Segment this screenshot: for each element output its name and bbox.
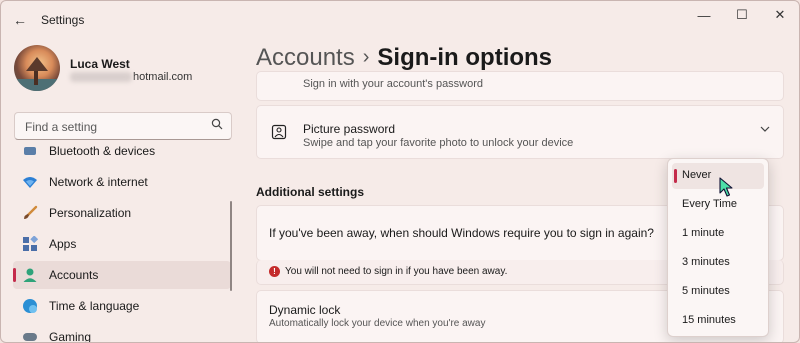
gamepad-icon xyxy=(22,329,38,342)
warning-icon: ! xyxy=(269,266,280,277)
breadcrumb: Accounts › Sign-in options xyxy=(256,44,552,72)
sidebar-item-time-language[interactable]: Time & language xyxy=(13,292,231,320)
app-title: Settings xyxy=(41,13,85,27)
dropdown-option-label: 15 minutes xyxy=(682,314,736,326)
minimize-button[interactable]: — xyxy=(685,1,723,29)
sidebar-item-label: Apps xyxy=(49,237,77,251)
globe-icon xyxy=(22,298,38,314)
sidebar-item-label: Network & internet xyxy=(49,175,148,189)
sidebar-item-label: Time & language xyxy=(49,299,140,313)
apps-icon xyxy=(22,235,39,252)
chevron-down-icon[interactable] xyxy=(759,123,771,138)
password-card[interactable]: Sign in with your account's password xyxy=(256,71,784,101)
selected-indicator xyxy=(674,169,677,183)
dropdown-option-15-minutes[interactable]: 15 minutes xyxy=(672,308,764,334)
sidebar-item-apps[interactable]: Apps xyxy=(13,230,231,258)
dropdown-option-label: Every Time xyxy=(682,198,738,210)
sidebar-item-label: Accounts xyxy=(49,268,99,282)
back-arrow-icon[interactable]: ← xyxy=(11,11,29,29)
dropdown-option-1-minute[interactable]: 1 minute xyxy=(672,221,764,247)
bluetooth-icon xyxy=(22,143,38,159)
dynamic-lock-desc: Automatically lock your device when you'… xyxy=(269,318,486,329)
wifi-icon xyxy=(22,174,38,190)
close-button[interactable]: ✕ xyxy=(761,1,799,29)
search-box[interactable] xyxy=(14,112,232,140)
picture-password-desc: Swipe and tap your favorite photo to unl… xyxy=(303,137,574,149)
brush-icon xyxy=(22,205,38,221)
additional-settings-heading: Additional settings xyxy=(256,185,364,199)
sidebar-scrollbar[interactable] xyxy=(230,201,232,291)
picture-icon xyxy=(271,124,287,140)
sidebar-item-accounts[interactable]: Accounts xyxy=(13,261,231,289)
sidebar-item-label: Gaming xyxy=(49,330,92,343)
picture-password-card[interactable]: Picture password Swipe and tap your favo… xyxy=(256,105,784,159)
picture-password-title: Picture password xyxy=(303,122,396,136)
user-profile[interactable]: Luca West hotmail.com xyxy=(14,45,234,93)
email-redaction xyxy=(70,72,132,83)
breadcrumb-parent[interactable]: Accounts xyxy=(256,44,355,71)
warning-text: You will not need to sign in if you have… xyxy=(285,266,508,277)
avatar xyxy=(14,45,60,91)
sidebar-item-personalization[interactable]: Personalization xyxy=(13,199,231,227)
user-email-domain: hotmail.com xyxy=(133,71,193,83)
breadcrumb-separator: › xyxy=(362,46,370,68)
title-bar: ← Settings — ☐ ✕ xyxy=(1,1,799,39)
signin-timeout-dropdown[interactable]: Never Every Time 1 minute 3 minutes 5 mi… xyxy=(667,158,769,337)
password-card-desc: Sign in with your account's password xyxy=(303,78,484,90)
maximize-button[interactable]: ☐ xyxy=(723,1,761,29)
sidebar-item-network[interactable]: Network & internet xyxy=(13,168,231,196)
dropdown-option-label: 1 minute xyxy=(682,227,725,239)
sidebar-item-gaming[interactable]: Gaming xyxy=(13,323,231,343)
user-name: Luca West xyxy=(70,57,130,71)
dropdown-option-label: 5 minutes xyxy=(682,285,730,297)
dropdown-option-every-time[interactable]: Every Time xyxy=(672,192,764,218)
mouse-cursor-icon xyxy=(719,177,733,197)
dynamic-lock-title: Dynamic lock xyxy=(269,303,341,317)
dropdown-option-5-minutes[interactable]: 5 minutes xyxy=(672,279,764,305)
require-signin-label: If you've been away, when should Windows… xyxy=(269,226,654,240)
dropdown-option-label: 3 minutes xyxy=(682,256,730,268)
sidebar-nav: Bluetooth & devices Network & internet P… xyxy=(13,143,231,343)
dropdown-option-label: Never xyxy=(682,169,712,181)
user-email: hotmail.com xyxy=(70,71,192,83)
dropdown-option-never[interactable]: Never xyxy=(672,163,764,189)
search-icon[interactable] xyxy=(211,118,223,132)
page-title: Sign-in options xyxy=(377,44,553,71)
window-controls: — ☐ ✕ xyxy=(685,1,799,29)
sidebar-item-bluetooth[interactable]: Bluetooth & devices xyxy=(13,143,231,165)
dropdown-option-3-minutes[interactable]: 3 minutes xyxy=(672,250,764,276)
person-icon xyxy=(22,267,38,283)
search-input[interactable] xyxy=(23,117,207,137)
active-indicator xyxy=(13,268,16,282)
sidebar-item-label: Personalization xyxy=(49,206,132,220)
sidebar-item-label: Bluetooth & devices xyxy=(49,144,156,158)
settings-window: ← Settings — ☐ ✕ Luca West hotmail.com B… xyxy=(0,0,800,343)
